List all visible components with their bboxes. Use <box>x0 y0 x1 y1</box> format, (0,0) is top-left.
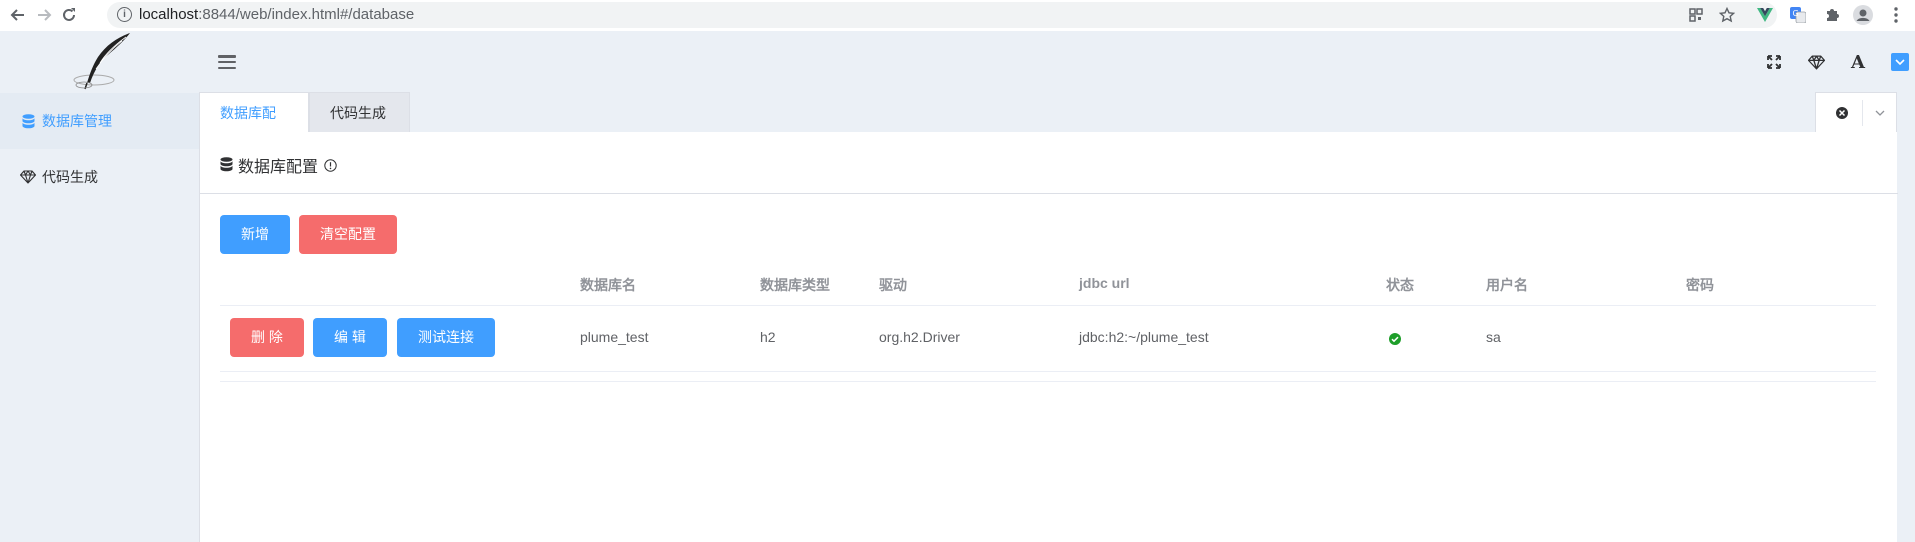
profile-avatar-icon[interactable] <box>1852 4 1874 26</box>
database-icon <box>20 113 36 129</box>
site-info-icon[interactable]: i <box>117 7 132 22</box>
sidebar-item-label: 数据库管理 <box>42 113 112 129</box>
main-panel: 数据库配置 新增 清空配置 数据库名 数据库类型 驱动 jdbc url 状态 … <box>199 132 1898 542</box>
table-row: 删 除 编 辑 测试连接 plume_test h2 org.h2.Driver… <box>220 305 1876 372</box>
column-header-jdbc-url: jdbc url <box>1079 275 1130 291</box>
edit-button[interactable]: 编 辑 <box>313 318 387 357</box>
table-header: 数据库名 数据库类型 驱动 jdbc url 状态 用户名 密码 <box>220 263 1876 306</box>
diamond-icon[interactable] <box>1805 51 1827 73</box>
browser-menu-icon[interactable] <box>1885 4 1907 26</box>
font-size-icon[interactable]: A <box>1847 51 1869 73</box>
app-header: A <box>199 31 1915 91</box>
clear-config-button[interactable]: 清空配置 <box>299 215 397 254</box>
theme-color-icon[interactable] <box>1889 51 1911 73</box>
add-button[interactable]: 新增 <box>220 215 290 254</box>
fullscreen-icon[interactable] <box>1763 51 1785 73</box>
svg-text:G: G <box>1793 9 1799 18</box>
qr-code-icon[interactable] <box>1685 4 1707 26</box>
page-title: 数据库配置 <box>220 153 337 177</box>
info-circle-icon[interactable] <box>324 158 337 172</box>
forward-icon[interactable] <box>31 2 57 28</box>
url-text: localhost:8844/web/index.html#/database <box>139 6 415 23</box>
table-footer-line <box>220 371 1876 382</box>
tab-controls <box>1815 92 1897 133</box>
sidebar-item-database[interactable]: 数据库管理 <box>0 93 199 149</box>
column-header-password: 密码 <box>1686 277 1714 293</box>
test-connection-button[interactable]: 测试连接 <box>397 318 495 357</box>
sidebar: 数据库管理 代码生成 <box>0 31 199 542</box>
cell-jdbc-url: jdbc:h2:~/plume_test <box>1079 329 1209 345</box>
tabs-bar: 数据库配置 代码生成 <box>199 92 1897 162</box>
address-bar[interactable]: i localhost:8844/web/index.html#/databas… <box>107 2 1777 28</box>
cell-driver: org.h2.Driver <box>879 329 960 345</box>
reload-icon[interactable] <box>56 2 82 28</box>
column-header-status: 状态 <box>1386 277 1414 293</box>
column-header-db-name: 数据库名 <box>580 277 636 293</box>
bookmark-star-icon[interactable] <box>1716 4 1738 26</box>
cell-username: sa <box>1486 329 1501 345</box>
diamond-icon <box>20 169 36 185</box>
column-header-db-type: 数据库类型 <box>760 277 830 293</box>
page-header: 数据库配置 <box>200 132 1898 194</box>
delete-button[interactable]: 删 除 <box>230 318 304 357</box>
divider <box>1862 100 1863 126</box>
back-icon[interactable] <box>5 2 31 28</box>
cell-db-name: plume_test <box>580 329 649 345</box>
database-icon <box>220 157 234 173</box>
status-check-icon <box>1389 332 1401 345</box>
vue-devtools-icon[interactable] <box>1754 4 1776 26</box>
cell-db-type: h2 <box>760 329 776 345</box>
app-logo-quill <box>60 31 135 93</box>
column-header-username: 用户名 <box>1486 277 1528 293</box>
menu-toggle-icon[interactable] <box>218 55 236 70</box>
tab-code-generation[interactable]: 代码生成 <box>309 92 410 133</box>
tab-database-config[interactable]: 数据库配置 <box>199 92 309 162</box>
page-title-text: 数据库配置 <box>238 159 319 176</box>
browser-toolbar: i localhost:8844/web/index.html#/databas… <box>0 0 1915 32</box>
sidebar-item-codegen[interactable]: 代码生成 <box>0 149 199 205</box>
column-header-driver: 驱动 <box>879 277 907 293</box>
sidebar-item-label: 代码生成 <box>42 169 98 185</box>
chevron-down-icon[interactable] <box>1872 105 1888 121</box>
translate-icon[interactable]: G <box>1787 4 1809 26</box>
close-circle-icon[interactable] <box>1834 105 1850 121</box>
extensions-icon[interactable] <box>1821 4 1843 26</box>
